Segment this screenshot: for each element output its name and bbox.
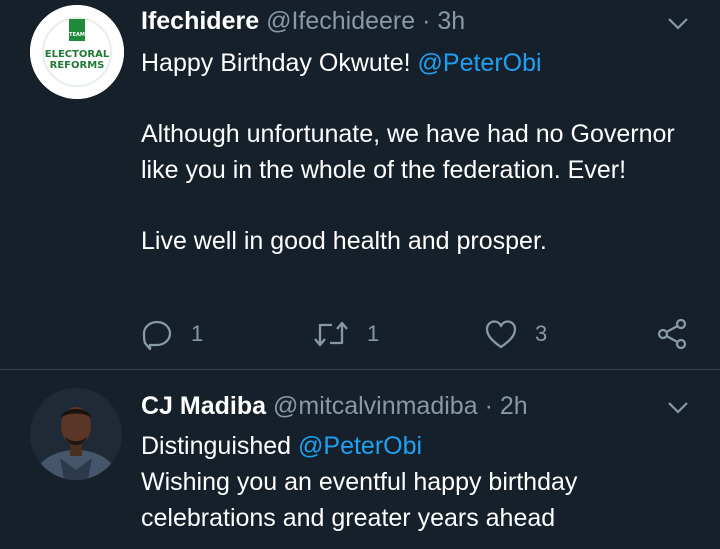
share-icon [656,318,688,350]
mention-link[interactable]: @PeterObi [418,49,542,77]
author-name[interactable]: CJ Madiba [141,392,266,420]
tweet-line: Distinguished @PeterObi [141,428,701,464]
profile-photo [30,388,122,480]
timeline-feed: TEAM ELECTORAL REFORMS Ifechidere @Ifech… [0,0,720,549]
separator: · [422,7,430,35]
tweet-header: Ifechidere @Ifechideere · 3h [141,6,465,36]
tweet-paragraph: Live well in good health and prosper. [141,223,701,259]
like-count: 3 [535,321,547,347]
tweet-actions: 1 1 3 [141,314,701,354]
reply-button[interactable]: 1 [141,314,203,354]
author-handle[interactable]: @Ifechideere [266,7,415,35]
tweet-line: Happy Birthday Okwute! @PeterObi [141,45,701,81]
avatar[interactable] [30,388,122,480]
reply-icon [141,318,173,350]
retweet-count: 1 [367,321,379,347]
like-button[interactable]: 3 [485,314,547,354]
tweet-header: CJ Madiba @mitcalvinmadiba · 2h [141,391,528,421]
author-handle[interactable]: @mitcalvinmadiba [273,392,478,420]
avatar[interactable]: TEAM ELECTORAL REFORMS [30,5,124,99]
chevron-down-icon[interactable] [666,396,690,420]
author-name[interactable]: Ifechidere [141,7,259,35]
logo-line-1: ELECTORAL [45,49,110,60]
tweet-ifechidere[interactable]: TEAM ELECTORAL REFORMS Ifechidere @Ifech… [0,0,720,370]
electoral-reforms-logo: TEAM ELECTORAL REFORMS [30,5,124,99]
retweet-icon [313,319,349,349]
separator: · [485,392,493,420]
tweet-line: celebrations and greater years ahead [141,500,701,536]
timestamp[interactable]: 2h [500,392,528,420]
text-segment: Distinguished [141,432,298,460]
tweet-paragraph: Although unfortunate, we have had no Gov… [141,116,701,188]
tweet-line: Wishing you an eventful happy birthday [141,464,701,500]
chevron-down-icon[interactable] [666,12,690,36]
reply-count: 1 [191,321,203,347]
tweet-cj-madiba[interactable]: CJ Madiba @mitcalvinmadiba · 2h Distingu… [0,371,720,549]
mention-link[interactable]: @PeterObi [298,432,422,460]
like-icon [485,319,517,349]
timestamp[interactable]: 3h [437,7,465,35]
logo-line-2: REFORMS [50,60,105,71]
tweet-divider [0,369,720,370]
tweet-text: Distinguished @PeterObi Wishing you an e… [141,428,701,536]
share-button[interactable] [656,314,688,354]
logo-badge-text: TEAM [69,32,85,38]
text-segment: Happy Birthday Okwute! [141,49,418,77]
retweet-button[interactable]: 1 [313,314,379,354]
tweet-text: Happy Birthday Okwute! @PeterObi Althoug… [141,45,701,259]
